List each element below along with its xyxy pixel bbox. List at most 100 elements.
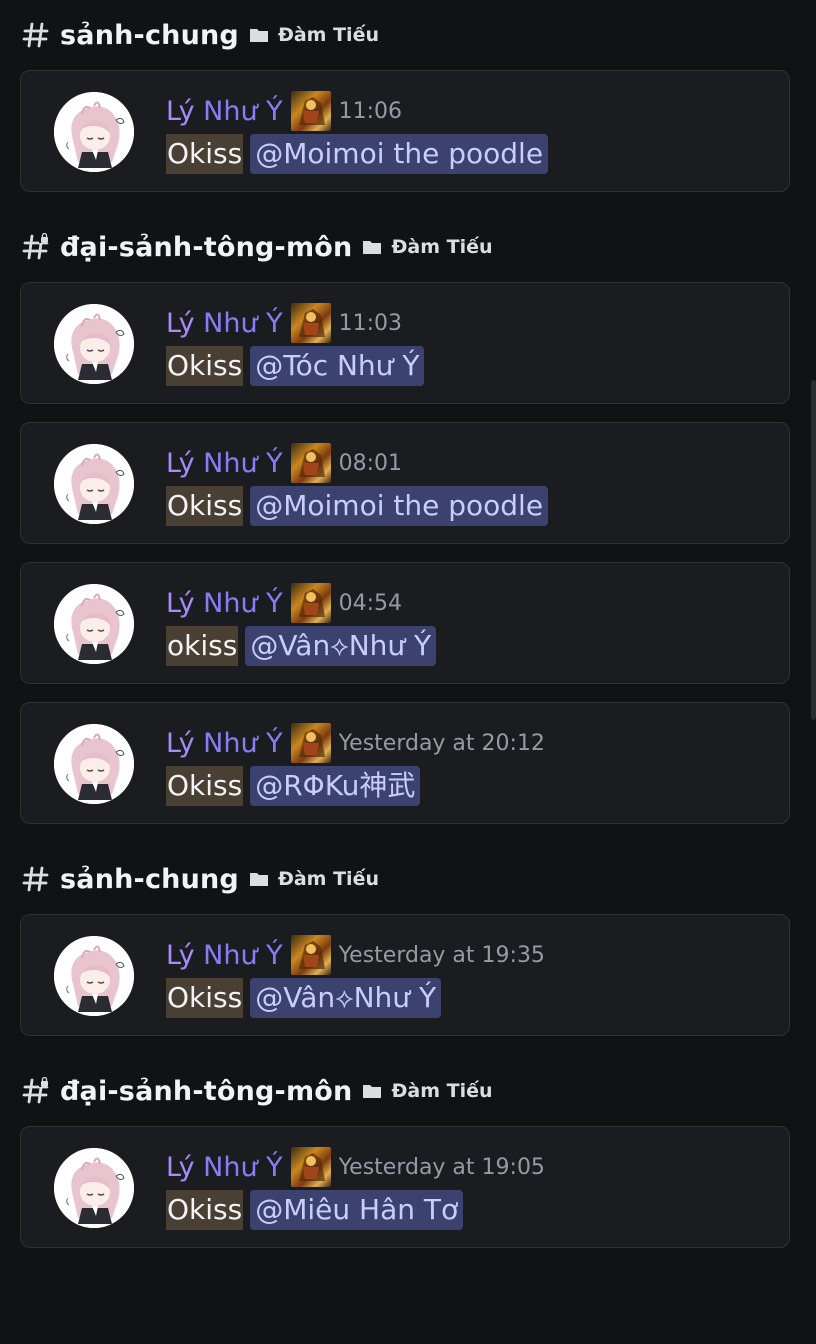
message-header: Lý Như Ý Yesterday at 19:05 [166,1147,545,1187]
user-mention[interactable]: @Vân⟡Như Ý [250,978,442,1018]
author-name[interactable]: Lý Như Ý [166,588,283,619]
timestamp[interactable]: 11:03 [339,311,402,336]
message-header: Lý Như Ý 11:06 [166,91,402,131]
message-header: Lý Như Ý 11:03 [166,303,402,343]
message-header: Lý Như Ý Yesterday at 20:12 [166,723,545,763]
category-name: Đàm Tiếu [391,1080,493,1102]
message-content: okiss @Vân⟡Như Ý [166,625,437,667]
channel-header[interactable]: sảnh-chung Đàm Tiếu [0,0,816,70]
role-badge-icon[interactable] [290,583,331,623]
channel-group: sảnh-chung Đàm Tiếu Lý Như Ý 11:06 Okiss @Mo… [0,0,816,212]
message-content: Okiss @RΦKu神武 [166,765,421,807]
timestamp[interactable]: 08:01 [339,451,402,476]
message-card[interactable]: Lý Như Ý 08:01 Okiss @Moimoi the poodle [20,422,790,544]
role-badge-icon[interactable] [290,723,331,763]
message-content: Okiss @Vân⟡Như Ý [166,977,442,1019]
message-text: Okiss [166,486,244,526]
role-badge-icon[interactable] [290,1147,331,1187]
author-name-rest: Như Ý [194,587,283,619]
author-name[interactable]: Lý Như Ý [166,1152,283,1183]
channel-group: đại-sảnh-tông-môn Đàm Tiếu Lý Như Ý 11:03 O… [0,212,816,844]
role-badge-icon[interactable] [290,303,331,343]
message-text: Okiss [166,134,244,174]
author-name-first: Lý [166,587,195,619]
user-mention[interactable]: @Moimoi the poodle [250,486,549,526]
author-name-rest: Như Ý [194,939,283,971]
author-name[interactable]: Lý Như Ý [166,308,283,339]
message-text: Okiss [166,346,244,386]
avatar[interactable] [54,936,134,1016]
role-badge-icon[interactable] [290,443,331,483]
timestamp[interactable]: 04:54 [339,591,402,616]
channel-name[interactable]: sảnh-chung [60,864,239,895]
folder-icon [362,239,382,255]
inbox-feed: sảnh-chung Đàm Tiếu Lý Như Ý 11:06 Okiss @Mo… [0,0,816,1268]
author-name[interactable]: Lý Như Ý [166,448,283,479]
message-content: Okiss @Tóc Như Ý [166,345,425,387]
message-content: Okiss @Moimoi the poodle [166,133,549,175]
author-name-first: Lý [166,1151,195,1183]
channel-header[interactable]: đại-sảnh-tông-môn Đàm Tiếu [0,1056,816,1126]
user-mention[interactable]: @Tóc Như Ý [250,346,425,386]
channel-header[interactable]: đại-sảnh-tông-môn Đàm Tiếu [0,212,816,282]
message-text: Okiss [166,1190,244,1230]
timestamp[interactable]: Yesterday at 19:05 [339,1155,545,1180]
avatar[interactable] [54,724,134,804]
category-name: Đàm Tiếu [277,868,379,890]
message-card[interactable]: Lý Như Ý 11:03 Okiss @Tóc Như Ý [20,282,790,404]
author-name-first: Lý [166,939,195,971]
role-badge-icon[interactable] [290,91,331,131]
timestamp[interactable]: Yesterday at 20:12 [339,731,545,756]
message-content: Okiss @Moimoi the poodle [166,485,549,527]
hashtag-icon [22,21,50,49]
author-name-rest: Như Ý [194,1151,283,1183]
scrollbar[interactable] [811,380,816,720]
folder-icon [362,1083,382,1099]
avatar[interactable] [54,92,134,172]
channel-group: sảnh-chung Đàm Tiếu Lý Như Ý Yesterday at … [0,844,816,1056]
avatar[interactable] [54,584,134,664]
message-card[interactable]: Lý Như Ý 11:06 Okiss @Moimoi the poodle [20,70,790,192]
hashtag-icon [22,865,50,893]
author-name-first: Lý [166,95,195,127]
author-name-rest: Như Ý [194,447,283,479]
user-mention[interactable]: @RΦKu神武 [250,766,421,806]
folder-icon [249,27,269,43]
author-name-first: Lý [166,307,195,339]
avatar[interactable] [54,1148,134,1228]
folder-icon [249,871,269,887]
author-name-rest: Như Ý [194,307,283,339]
channel-name[interactable]: đại-sảnh-tông-môn [60,232,352,263]
author-name[interactable]: Lý Như Ý [166,940,283,971]
message-card[interactable]: Lý Như Ý 04:54 okiss @Vân⟡Như Ý [20,562,790,684]
author-name-first: Lý [166,727,195,759]
channel-name[interactable]: sảnh-chung [60,20,239,51]
role-badge-icon[interactable] [290,935,331,975]
message-text: Okiss [166,766,244,806]
category-name: Đàm Tiếu [277,24,379,46]
user-mention[interactable]: @Moimoi the poodle [250,134,549,174]
avatar[interactable] [54,444,134,524]
message-card[interactable]: Lý Như Ý Yesterday at 19:35 Okiss @Vân⟡Như … [20,914,790,1036]
author-name[interactable]: Lý Như Ý [166,96,283,127]
avatar[interactable] [54,304,134,384]
author-name[interactable]: Lý Như Ý [166,728,283,759]
message-text: okiss [166,626,239,666]
message-header: Lý Như Ý Yesterday at 19:35 [166,935,545,975]
user-mention[interactable]: @Vân⟡Như Ý [245,626,437,666]
channel-name[interactable]: đại-sảnh-tông-môn [60,1076,352,1107]
message-header: Lý Như Ý 04:54 [166,583,402,623]
timestamp[interactable]: 11:06 [339,99,402,124]
channel-header[interactable]: sảnh-chung Đàm Tiếu [0,844,816,914]
timestamp[interactable]: Yesterday at 19:35 [339,943,545,968]
author-name-first: Lý [166,447,195,479]
message-card[interactable]: Lý Như Ý Yesterday at 20:12 Okiss @RΦKu神武 [20,702,790,824]
author-name-rest: Như Ý [194,727,283,759]
message-text: Okiss [166,978,244,1018]
user-mention[interactable]: @Miêu Hân Tơ [250,1190,464,1230]
category-name: Đàm Tiếu [391,236,493,258]
message-card[interactable]: Lý Như Ý Yesterday at 19:05 Okiss @Miêu Hân… [20,1126,790,1248]
hashtag-lock-icon [22,232,50,261]
message-header: Lý Như Ý 08:01 [166,443,402,483]
